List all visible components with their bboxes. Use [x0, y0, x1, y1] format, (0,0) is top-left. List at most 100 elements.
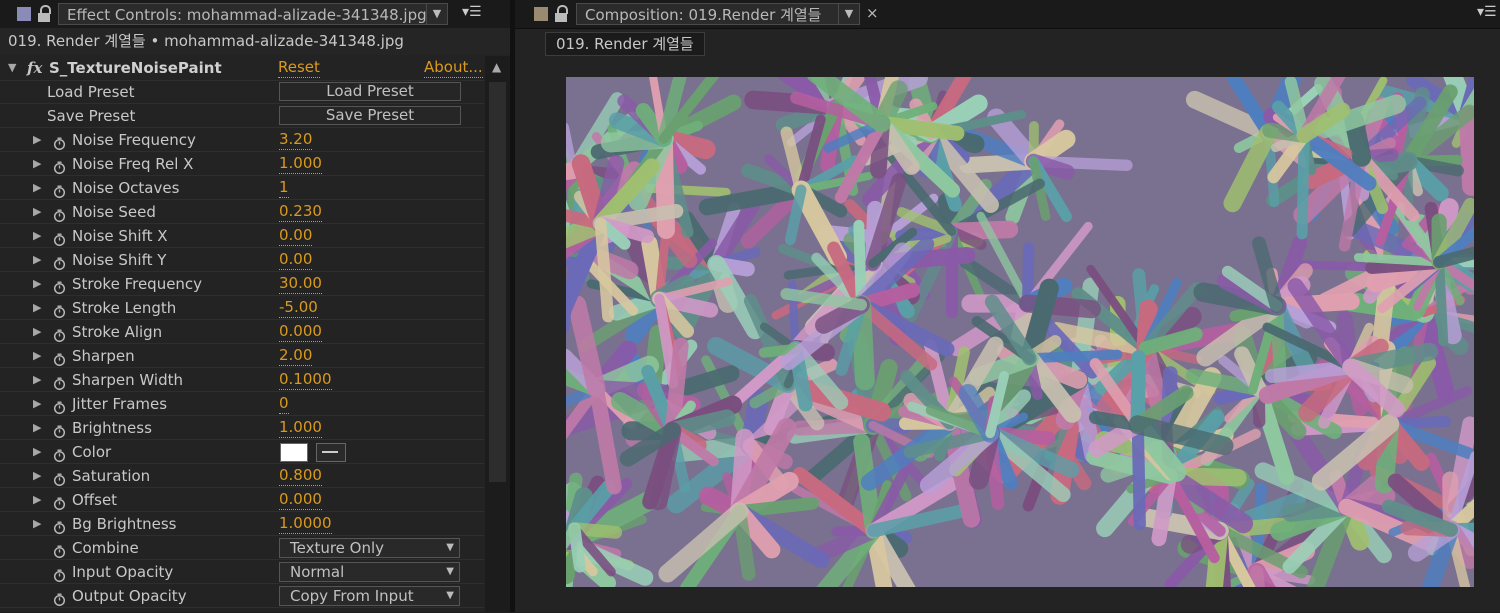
dropdown-param-row[interactable]: Input OpacityNormal▼: [0, 560, 484, 584]
param-row[interactable]: ▶Noise Shift X0.00: [0, 224, 484, 248]
stopwatch-icon[interactable]: [53, 157, 66, 170]
reset-link[interactable]: Reset: [278, 57, 320, 78]
param-value[interactable]: 1.0000: [279, 513, 332, 534]
scroll-thumb[interactable]: [489, 82, 506, 482]
close-tab-icon[interactable]: ×: [866, 4, 879, 22]
param-value[interactable]: 0.800: [279, 465, 322, 486]
composition-dropdown-button[interactable]: ▼: [838, 3, 860, 25]
composition-breadcrumb[interactable]: 019. Render 계열들: [545, 32, 705, 56]
param-value[interactable]: 3.20: [279, 129, 312, 150]
expand-triangle-icon[interactable]: ▶: [33, 152, 41, 176]
param-row[interactable]: ▶Jitter Frames0: [0, 392, 484, 416]
stopwatch-icon[interactable]: [53, 133, 66, 146]
expand-triangle-icon[interactable]: ▶: [33, 464, 41, 488]
param-value[interactable]: 1: [279, 177, 289, 198]
expand-triangle-icon[interactable]: ▶: [33, 344, 41, 368]
lock-icon[interactable]: [555, 5, 567, 21]
param-row[interactable]: ▶Noise Frequency3.20: [0, 128, 484, 152]
lock-icon[interactable]: [38, 5, 50, 21]
load-preset-button[interactable]: Load Preset: [279, 82, 461, 101]
param-row[interactable]: ▶Stroke Length-5.00: [0, 296, 484, 320]
stopwatch-icon[interactable]: [53, 373, 66, 386]
effect-header-row[interactable]: ▼ fx S_TextureNoisePaint Reset About...: [0, 56, 484, 81]
param-value[interactable]: 0.000: [279, 321, 322, 342]
param-value[interactable]: 30.00: [279, 273, 322, 294]
param-label: Color: [72, 440, 111, 464]
stopwatch-icon[interactable]: [53, 253, 66, 266]
param-dropdown[interactable]: Normal▼: [279, 562, 460, 582]
param-value[interactable]: 0.230: [279, 201, 322, 222]
eyedropper-icon[interactable]: [316, 443, 346, 462]
stopwatch-icon[interactable]: [53, 397, 66, 410]
expand-triangle-icon[interactable]: ▶: [33, 416, 41, 440]
param-dropdown[interactable]: Texture Only▼: [279, 538, 460, 558]
param-value[interactable]: -5.00: [279, 297, 318, 318]
about-link[interactable]: About...: [424, 57, 483, 78]
param-value[interactable]: 0.00: [279, 249, 312, 270]
param-row[interactable]: ▶Stroke Frequency30.00: [0, 272, 484, 296]
param-row[interactable]: ▶Saturation0.800: [0, 464, 484, 488]
param-row[interactable]: ▶Offset0.000: [0, 488, 484, 512]
param-row[interactable]: ▶Sharpen2.00: [0, 344, 484, 368]
expand-triangle-icon[interactable]: ▶: [33, 320, 41, 344]
scrollbar[interactable]: ▲: [485, 56, 510, 612]
param-value[interactable]: 0: [279, 393, 289, 414]
stopwatch-icon[interactable]: [53, 325, 66, 338]
stopwatch-icon[interactable]: [53, 565, 66, 578]
scroll-up-icon[interactable]: ▲: [492, 60, 501, 74]
dropdown-param-row[interactable]: CombineTexture Only▼: [0, 536, 484, 560]
expand-triangle-icon[interactable]: ▶: [33, 128, 41, 152]
param-value[interactable]: 1.000: [279, 417, 322, 438]
stopwatch-icon[interactable]: [53, 445, 66, 458]
stopwatch-icon[interactable]: [53, 349, 66, 362]
param-value[interactable]: 1.000: [279, 153, 322, 174]
expand-triangle-icon[interactable]: ▶: [33, 248, 41, 272]
save-preset-button[interactable]: Save Preset: [279, 106, 461, 125]
panel-menu-icon[interactable]: ▾☰: [1477, 4, 1497, 20]
panel-menu-icon[interactable]: ▾☰: [462, 4, 482, 20]
param-value[interactable]: 0.00: [279, 225, 312, 246]
stopwatch-icon[interactable]: [53, 229, 66, 242]
param-row[interactable]: ▶Sharpen Width0.1000: [0, 368, 484, 392]
param-value[interactable]: 2.00: [279, 345, 312, 366]
param-value[interactable]: 0.000: [279, 489, 322, 510]
stopwatch-icon[interactable]: [53, 517, 66, 530]
stopwatch-icon[interactable]: [53, 469, 66, 482]
param-row[interactable]: ▶Noise Octaves1: [0, 176, 484, 200]
param-row[interactable]: ▶Brightness1.000: [0, 416, 484, 440]
stopwatch-icon[interactable]: [53, 421, 66, 434]
param-dropdown[interactable]: Copy From Input▼: [279, 586, 460, 606]
param-row[interactable]: ▶Bg Brightness1.0000: [0, 512, 484, 536]
panel-dropdown-button[interactable]: ▼: [426, 3, 448, 25]
stopwatch-icon[interactable]: [53, 181, 66, 194]
stopwatch-icon[interactable]: [53, 589, 66, 602]
expand-triangle-icon[interactable]: ▶: [33, 200, 41, 224]
param-value[interactable]: 0.1000: [279, 369, 332, 390]
param-row[interactable]: ▶Stroke Align0.000: [0, 320, 484, 344]
param-row[interactable]: ▶Noise Seed0.230: [0, 200, 484, 224]
expand-triangle-icon[interactable]: ▶: [33, 392, 41, 416]
expand-triangle-icon[interactable]: ▶: [33, 512, 41, 536]
dropdown-param-row[interactable]: Output OpacityCopy From Input▼: [0, 584, 484, 608]
fx-icon[interactable]: fx: [27, 56, 42, 80]
expand-triangle-icon[interactable]: ▶: [33, 488, 41, 512]
expand-triangle-icon[interactable]: ▶: [33, 440, 41, 464]
param-row-color[interactable]: ▶ Color: [0, 440, 484, 464]
expand-triangle-icon[interactable]: ▶: [33, 176, 41, 200]
param-row[interactable]: ▶Noise Shift Y0.00: [0, 248, 484, 272]
stopwatch-icon[interactable]: [53, 301, 66, 314]
expand-triangle-icon[interactable]: ▶: [33, 296, 41, 320]
expand-triangle-icon[interactable]: ▶: [33, 368, 41, 392]
expand-triangle-icon[interactable]: ▶: [33, 272, 41, 296]
composition-viewer[interactable]: [566, 77, 1474, 587]
expand-triangle-icon[interactable]: ▶: [33, 224, 41, 248]
stopwatch-icon[interactable]: [53, 541, 66, 554]
color-swatch[interactable]: [280, 443, 308, 462]
param-row[interactable]: ▶Noise Freq Rel X1.000: [0, 152, 484, 176]
collapse-triangle-icon[interactable]: ▼: [8, 56, 16, 80]
stopwatch-icon[interactable]: [53, 277, 66, 290]
tab-composition[interactable]: Composition: 019.Render 계열들: [576, 3, 842, 25]
tab-effect-controls[interactable]: Effect Controls: mohammad-alizade-341348…: [58, 3, 448, 25]
stopwatch-icon[interactable]: [53, 493, 66, 506]
stopwatch-icon[interactable]: [53, 205, 66, 218]
